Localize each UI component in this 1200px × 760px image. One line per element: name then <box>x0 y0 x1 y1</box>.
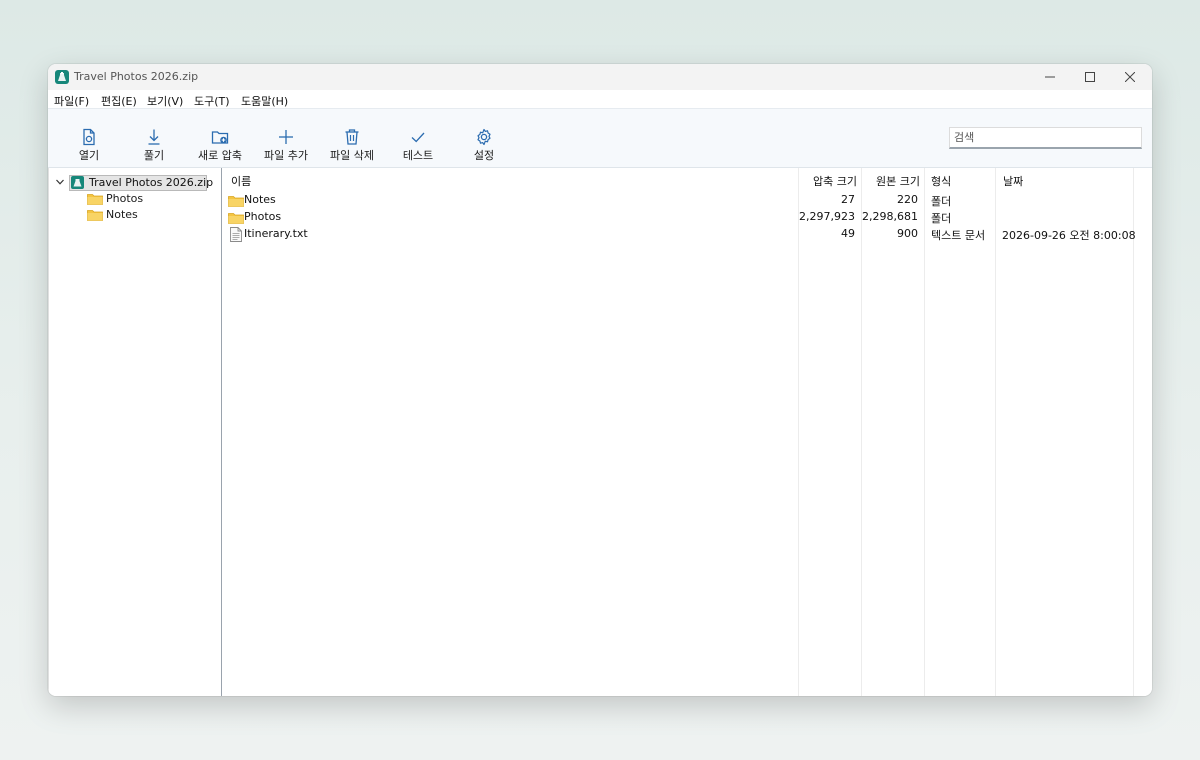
header-type[interactable]: 형식 <box>931 173 951 189</box>
open-button[interactable]: 열기 <box>57 109 121 167</box>
close-button[interactable] <box>1110 64 1150 90</box>
add-files-label: 파일 추가 <box>264 149 308 162</box>
toolbar: 열기 풀기 새로 압축 파일 추가 파일 삭제 테스트 설정 <box>48 108 1152 168</box>
checkmark-icon <box>411 132 425 143</box>
extract-label: 풀기 <box>143 149 165 162</box>
header-name[interactable]: 이름 <box>231 173 251 189</box>
archive-icon <box>71 176 84 189</box>
folder-icon <box>87 194 103 205</box>
list-item[interactable]: Notes 27 220 폴더 <box>223 192 1152 209</box>
download-icon <box>148 129 160 145</box>
list-item[interactable]: Itinerary.txt 49 900 텍스트 문서 2026-09-26 오… <box>223 226 1152 243</box>
app-window: Travel Photos 2026.zip 파일(F) 편집(E) 보기(V)… <box>48 64 1152 696</box>
window-title: Travel Photos 2026.zip <box>74 70 199 83</box>
new-archive-button[interactable]: 새로 압축 <box>188 109 252 167</box>
new-folder-icon <box>211 131 229 144</box>
item-name: Notes <box>244 193 276 206</box>
column-divider <box>861 168 862 696</box>
list-item[interactable]: Photos 2,297,923 2,298,681 폴더 <box>223 209 1152 226</box>
menu-help[interactable]: 도움말(H) <box>241 93 288 109</box>
minimize-button[interactable] <box>1030 64 1070 90</box>
trash-icon <box>345 129 359 145</box>
file-list: 이름 압축 크기 원본 크기 형식 날짜 Notes 27 220 폴더 Pho… <box>223 168 1152 696</box>
item-packed-size: 27 <box>841 193 855 206</box>
delete-files-button[interactable]: 파일 삭제 <box>320 109 384 167</box>
text-file-icon <box>230 227 242 242</box>
settings-button[interactable]: 설정 <box>452 109 516 167</box>
column-divider <box>924 168 925 696</box>
header-date[interactable]: 날짜 <box>1003 173 1023 189</box>
item-original-size: 900 <box>897 227 918 240</box>
item-name: Photos <box>244 210 282 223</box>
folder-icon <box>87 210 103 221</box>
item-packed-size: 49 <box>841 227 855 240</box>
tree-item-label: Notes <box>106 208 138 221</box>
tree-root-label: Travel Photos 2026.zip <box>89 176 214 189</box>
folder-icon <box>228 213 244 224</box>
tree-item-label: Photos <box>106 192 144 205</box>
open-label: 열기 <box>78 149 100 162</box>
menu-tools[interactable]: 도구(T) <box>194 93 230 109</box>
column-divider <box>1133 168 1134 696</box>
menu-view[interactable]: 보기(V) <box>147 93 183 109</box>
app-icon <box>55 70 69 84</box>
item-date: 2026-09-26 오전 8:00:08 <box>1002 229 1136 242</box>
column-divider <box>995 168 996 696</box>
folder-icon <box>228 196 244 207</box>
header-original-size[interactable]: 원본 크기 <box>864 173 920 189</box>
search-input[interactable] <box>949 127 1142 149</box>
menu-bar: 파일(F) 편집(E) 보기(V) 도구(T) 도움말(H) <box>48 90 1152 108</box>
item-original-size: 220 <box>897 193 918 206</box>
extract-button[interactable]: 풀기 <box>122 109 186 167</box>
list-header: 이름 압축 크기 원본 크기 형식 날짜 <box>223 168 1152 190</box>
header-packed-size[interactable]: 압축 크기 <box>801 173 857 189</box>
item-name: Itinerary.txt <box>244 227 308 240</box>
item-type: 텍스트 문서 <box>931 229 986 242</box>
open-file-icon <box>83 128 95 146</box>
menu-edit[interactable]: 편집(E) <box>101 93 137 109</box>
delete-files-label: 파일 삭제 <box>330 149 374 162</box>
title-bar: Travel Photos 2026.zip <box>48 64 1152 90</box>
add-files-button[interactable]: 파일 추가 <box>254 109 318 167</box>
item-type: 폴더 <box>931 212 952 225</box>
item-type: 폴더 <box>931 195 952 208</box>
item-packed-size: 2,297,923 <box>799 210 855 223</box>
new-archive-label: 새로 압축 <box>198 149 242 162</box>
item-original-size: 2,298,681 <box>862 210 918 223</box>
plus-icon <box>279 130 293 144</box>
maximize-button[interactable] <box>1070 64 1110 90</box>
menu-file[interactable]: 파일(F) <box>54 93 89 109</box>
folder-tree: Travel Photos 2026.zip Photos Notes <box>48 168 222 696</box>
gear-icon <box>477 128 491 146</box>
chevron-down-icon[interactable] <box>55 177 65 187</box>
settings-label: 설정 <box>473 149 495 162</box>
test-button[interactable]: 테스트 <box>386 109 450 167</box>
test-label: 테스트 <box>402 149 434 162</box>
column-divider <box>798 168 799 696</box>
